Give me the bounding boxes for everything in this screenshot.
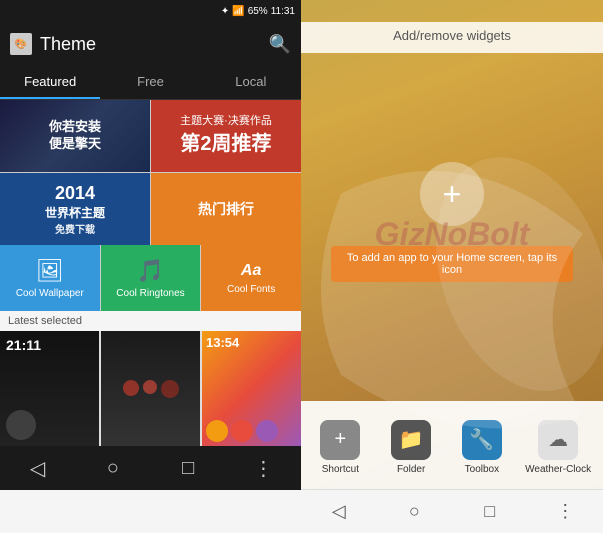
weather-clock-icon: ☁ — [538, 420, 578, 460]
add-remove-label: Add/remove widgets — [301, 22, 603, 53]
thumb-time-1: 21:11 — [6, 337, 41, 353]
theme-header-left: 🎨 Theme — [10, 33, 96, 55]
grid-cell-4[interactable]: 热门排行 — [151, 173, 301, 245]
right-more-button[interactable]: ⋮ — [545, 492, 585, 532]
wallpaper-icon: 🖼 — [36, 258, 64, 284]
theme-app-icon: 🎨 — [10, 33, 32, 55]
widget-toolbox[interactable]: 🔧 Toolbox — [454, 420, 509, 475]
widget-weather-clock[interactable]: ☁ Weather-Clock — [525, 420, 591, 475]
widget-items-row: + Shortcut 📁 Folder 🔧 Toolbox ☁ Weather-… — [301, 401, 603, 489]
thumbnail-2[interactable] — [101, 331, 200, 446]
grid-cell-3[interactable]: 2014 世界杯主题 免费下载 — [0, 173, 150, 245]
wallpaper-label: Cool Wallpaper — [16, 288, 84, 299]
bluetooth-icon: ✦ — [221, 6, 229, 17]
nav-bar-right: ◁ ○ □ ⋮ — [301, 489, 603, 533]
tooltip-bar: To add an app to your Home screen, tap i… — [331, 246, 573, 282]
theme-header: 🎨 Theme 🔍 — [0, 22, 301, 66]
battery-label: 65% — [248, 6, 268, 17]
status-icons: ✦ 📶 65% 11:31 — [221, 6, 295, 17]
bottom-tiles: 🖼 Cool Wallpaper 🎵 Cool Ringtones Aa Coo… — [0, 245, 301, 311]
fonts-icon: Aa — [241, 262, 261, 280]
grid-cell-2[interactable]: 主题大赛·决赛作品 第2周推荐 — [151, 100, 301, 172]
tab-featured[interactable]: Featured — [0, 66, 100, 99]
nav-bar-left: ◁ ○ □ ⋮ — [0, 446, 301, 490]
recent-button[interactable]: □ — [168, 448, 208, 488]
shortcut-icon: + — [320, 420, 360, 460]
grid-cell-4-text: 热门排行 — [198, 199, 254, 219]
latest-section-label: Latest selected — [0, 311, 301, 331]
thumbnail-3[interactable]: 13:54 — [202, 331, 301, 446]
left-panel: ✦ 📶 65% 11:31 🎨 Theme 🔍 Featured Free Lo… — [0, 0, 301, 533]
widget-folder[interactable]: 📁 Folder — [384, 420, 439, 475]
latest-thumbnails: 21:11 13:54 — [0, 331, 301, 446]
tile-fonts[interactable]: Aa Cool Fonts — [201, 245, 301, 311]
widget-bottom: + Shortcut 📁 Folder 🔧 Toolbox ☁ Weather-… — [301, 401, 603, 489]
grid-cell-2-text: 主题大赛·决赛作品 第2周推荐 — [180, 114, 272, 157]
back-button[interactable]: ◁ — [18, 448, 58, 488]
right-home-button[interactable]: ○ — [394, 492, 434, 532]
ringtones-label: Cool Ringtones — [116, 288, 184, 299]
home-button[interactable]: ○ — [93, 448, 133, 488]
more-button[interactable]: ⋮ — [243, 448, 283, 488]
folder-label: Folder — [397, 464, 425, 475]
tabs-bar: Featured Free Local — [0, 66, 301, 100]
flower-decoration — [119, 376, 183, 402]
search-button[interactable]: 🔍 — [269, 34, 291, 55]
weather-clock-label: Weather-Clock — [525, 464, 591, 475]
right-back-button[interactable]: ◁ — [319, 492, 359, 532]
add-widget-button[interactable]: + — [420, 162, 484, 226]
theme-title: Theme — [40, 34, 96, 55]
toolbox-label: Toolbox — [465, 464, 499, 475]
tile-ringtones[interactable]: 🎵 Cool Ringtones — [101, 245, 201, 311]
widget-area: + GizNoBolt To add an app to your Home s… — [301, 53, 603, 401]
grid-cell-1[interactable]: 你若安装 便是擎天 — [0, 100, 150, 172]
shortcut-label: Shortcut — [322, 464, 359, 475]
folder-icon: 📁 — [391, 420, 431, 460]
widget-shortcut[interactable]: + Shortcut — [313, 420, 368, 475]
right-panel: Add/remove widgets + GizNoBolt To add an… — [301, 0, 603, 533]
signal-icon: 📶 — [232, 6, 244, 17]
tab-local[interactable]: Local — [201, 66, 301, 99]
time-label: 11:31 — [271, 6, 295, 17]
right-recent-button[interactable]: □ — [470, 492, 510, 532]
thumbnail-1[interactable]: 21:11 — [0, 331, 99, 446]
tile-wallpaper[interactable]: 🖼 Cool Wallpaper — [0, 245, 100, 311]
theme-top-grid: 你若安装 便是擎天 主题大赛·决赛作品 第2周推荐 2014 世界杯主题 免费下… — [0, 100, 301, 245]
grid-cell-3-text: 2014 世界杯主题 免费下载 — [45, 183, 105, 236]
ringtones-icon: 🎵 — [137, 258, 164, 284]
status-bar: ✦ 📶 65% 11:31 — [0, 0, 301, 22]
thumb-time-3: 13:54 — [206, 335, 239, 350]
grid-cell-1-text: 你若安装 便是擎天 — [49, 119, 101, 153]
toolbox-icon: 🔧 — [462, 420, 502, 460]
fonts-label: Cool Fonts — [227, 284, 275, 295]
tab-free[interactable]: Free — [100, 66, 200, 99]
right-top-bar — [301, 0, 603, 22]
